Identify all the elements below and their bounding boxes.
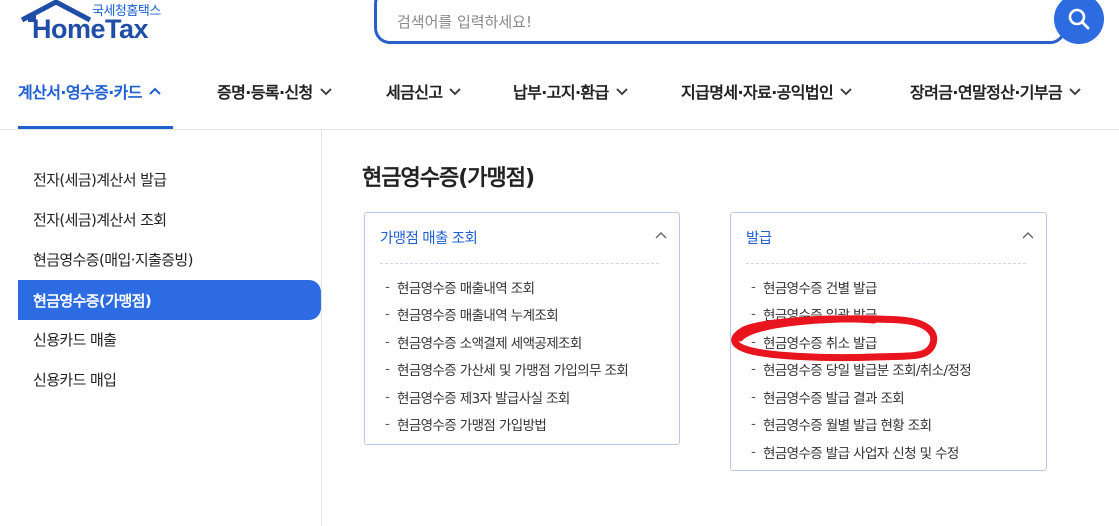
list-item-cancel-issue[interactable]: - 현금영수증 취소 발급 xyxy=(751,328,971,356)
sidebar-item-cash-receipt-purchase[interactable]: 현금영수증(매입·지출증빙) xyxy=(18,239,321,279)
nav-item-payment-refund[interactable]: 납부·고지·환급 xyxy=(513,78,629,104)
list-item[interactable]: - 현금영수증 당일 발급분 조회/취소/정정 xyxy=(751,356,972,384)
nav-item-payment-statement[interactable]: 지급명세·자료·공익법인 xyxy=(681,78,853,104)
chevron-up-icon[interactable] xyxy=(1022,231,1034,239)
sidebar-item-credit-card-purchase[interactable]: 신용카드 매입 xyxy=(18,359,321,399)
main-navigation: 계산서·영수증·카드 증명·등록·신청 세금신고 납부·고지·환급 지급명세·자… xyxy=(0,60,1119,130)
nav-item-label: 증명·등록·신청 xyxy=(217,83,313,102)
nav-item-certificate-registration[interactable]: 증명·등록·신청 xyxy=(217,78,333,104)
panel-heading[interactable]: 발급 xyxy=(746,227,772,248)
list-item[interactable]: - 현금영수증 소액결제 세액공제조회 xyxy=(385,328,628,356)
sidebar: 전자(세금)계산서 발급 전자(세금)계산서 조회 현금영수증(매입·지출증빙)… xyxy=(0,130,322,526)
list-item[interactable]: - 현금영수증 가산세 및 가맹점 가입의무 조회 xyxy=(385,356,629,384)
list-item[interactable]: - 현금영수증 가맹점 가입방법 xyxy=(385,411,628,439)
sidebar-item-cash-receipt-merchant[interactable]: 현금영수증(가맹점) xyxy=(18,280,321,320)
nav-item-label: 납부·고지·환급 xyxy=(513,83,609,102)
search-input[interactable] xyxy=(397,9,997,35)
list-item-label: 현금영수증 당일 발급분 조회/취소/정정 xyxy=(763,363,972,380)
sidebar-item-label: 전자(세금)계산서 발급 xyxy=(33,170,167,189)
list-item[interactable]: - 현금영수증 매출내역 누계조회 xyxy=(385,301,628,329)
sidebar-item-label: 신용카드 매입 xyxy=(33,370,117,389)
panel-divider xyxy=(380,263,659,264)
list-item-label: 현금영수증 소액결제 세액공제조회 xyxy=(397,335,582,352)
list-item[interactable]: - 현금영수증 제3자 발급사실 조회 xyxy=(385,383,628,411)
active-nav-underline xyxy=(18,126,173,129)
sidebar-item-label: 현금영수증(가맹점) xyxy=(33,291,152,310)
panel-link-list: - 현금영수증 매출내역 조회 - 현금영수증 매출내역 누계조회 - 현금영수증 소… xyxy=(385,273,629,439)
search-button[interactable] xyxy=(1054,0,1104,44)
list-item-label: 현금영수증 가맹점 가입방법 xyxy=(397,418,547,435)
chevron-down-icon xyxy=(840,88,852,96)
nav-item-invoice-receipt-card[interactable]: 계산서·영수증·카드 xyxy=(18,78,162,104)
chevron-down-icon xyxy=(1069,88,1081,96)
list-item[interactable]: - 현금영수증 발급 결과 조회 xyxy=(751,383,971,411)
nav-item-tax-filing[interactable]: 세금신고 xyxy=(386,78,462,104)
list-item-label: 현금영수증 월별 발급 현황 조회 xyxy=(763,418,932,435)
list-item[interactable]: - 현금영수증 발급 사업자 신청 및 수정 xyxy=(751,438,971,466)
sidebar-item-label: 현금영수증(매입·지출증빙) xyxy=(33,250,193,269)
list-item-label: 현금영수증 발급 사업자 신청 및 수정 xyxy=(763,445,959,462)
list-item[interactable]: - 현금영수증 월별 발급 현황 조회 xyxy=(751,411,971,439)
sidebar-item-einvoice-issue[interactable]: 전자(세금)계산서 발급 xyxy=(18,159,321,199)
list-item-label: 현금영수증 취소 발급 xyxy=(763,335,877,352)
nav-item-label: 지급명세·자료·공익법인 xyxy=(681,83,834,102)
nav-item-label: 계산서·영수증·카드 xyxy=(18,83,143,102)
hometax-logo[interactable]: 국세청홈택스 HomeTax xyxy=(18,0,178,46)
chevron-down-icon xyxy=(319,88,332,96)
issuance-panel: 발급 - 현금영수증 건별 발급 - 현금영수증 일괄 발급 - 현금영수증 취소 발… xyxy=(730,212,1047,471)
list-item-label: 현금영수증 매출내역 누계조회 xyxy=(397,308,559,325)
list-item-label: 현금영수증 일괄 발급 xyxy=(763,308,877,325)
sidebar-item-label: 전자(세금)계산서 조회 xyxy=(33,210,167,229)
chevron-up-icon[interactable] xyxy=(655,231,667,239)
panel-link-list: - 현금영수증 건별 발급 - 현금영수증 일괄 발급 - 현금영수증 취소 발급 -… xyxy=(751,273,972,466)
panel-divider xyxy=(746,263,1026,264)
list-item-label: 현금영수증 발급 결과 조회 xyxy=(763,390,905,407)
search-icon xyxy=(1068,8,1090,30)
list-item-label: 현금영수증 제3자 발급사실 조회 xyxy=(397,390,570,407)
page-title: 현금영수증(가맹점) xyxy=(362,166,535,191)
list-item-label: 현금영수증 매출내역 조회 xyxy=(397,280,535,297)
chevron-down-icon xyxy=(615,88,628,96)
search-box xyxy=(374,0,1066,44)
nav-item-label: 장려금·연말정산·기부금 xyxy=(910,83,1063,102)
list-item-label: 현금영수증 건별 발급 xyxy=(763,280,877,297)
list-item[interactable]: - 현금영수증 건별 발급 xyxy=(751,273,971,301)
sidebar-item-label: 신용카드 매출 xyxy=(33,330,117,349)
merchant-sales-panel: 가맹점 매출 조회 - 현금영수증 매출내역 조회 - 현금영수증 매출내역 누계조… xyxy=(364,212,680,445)
chevron-down-icon xyxy=(449,88,462,96)
chevron-up-icon xyxy=(149,87,161,95)
brand-english-name: HomeTax xyxy=(32,14,149,44)
sidebar-item-einvoice-inquiry[interactable]: 전자(세금)계산서 조회 xyxy=(18,199,321,239)
panel-heading[interactable]: 가맹점 매출 조회 xyxy=(380,227,478,248)
list-item[interactable]: - 현금영수증 매출내역 조회 xyxy=(385,273,628,301)
nav-item-incentive-settlement[interactable]: 장려금·연말정산·기부금 xyxy=(910,78,1082,104)
nav-item-label: 세금신고 xyxy=(386,83,443,102)
list-item-label: 현금영수증 가산세 및 가맹점 가입의무 조회 xyxy=(397,363,629,380)
list-item[interactable]: - 현금영수증 일괄 발급 xyxy=(751,301,971,329)
sidebar-item-credit-card-sales[interactable]: 신용카드 매출 xyxy=(18,319,321,359)
